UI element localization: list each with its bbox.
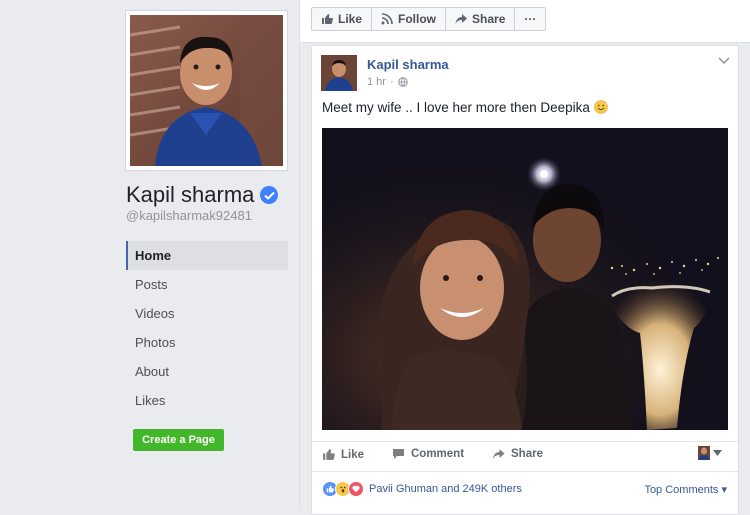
- nav-item-likes[interactable]: Likes: [126, 386, 288, 415]
- follow-page-label: Follow: [398, 12, 437, 26]
- page-username: @kapilsharmak92481: [126, 208, 252, 223]
- thumbs-up-icon: [322, 14, 333, 24]
- post-comment-button[interactable]: Comment: [392, 448, 464, 460]
- page-title: Kapil sharma: [126, 182, 279, 208]
- post-share-button[interactable]: Share: [492, 448, 543, 460]
- create-page-button[interactable]: Create a Page: [133, 429, 224, 451]
- page-nav: Home Posts Videos Photos About Likes: [126, 241, 288, 415]
- nav-item-videos[interactable]: Videos: [126, 299, 288, 328]
- post-author-name[interactable]: Kapil sharma: [367, 57, 449, 72]
- post-photo[interactable]: [322, 128, 728, 430]
- post-share-label: Share: [511, 448, 543, 460]
- post-timestamp[interactable]: 1 hr: [367, 76, 386, 88]
- share-arrow-icon: [493, 449, 505, 459]
- post-card: Kapil sharma 1 hr · Meet my wife .. I lo…: [311, 45, 739, 515]
- post-author-avatar[interactable]: [321, 55, 357, 91]
- nav-item-home[interactable]: Home: [126, 241, 288, 270]
- page-name-text: Kapil sharma: [126, 182, 255, 207]
- post-meta: 1 hr ·: [367, 76, 408, 88]
- smiley-emoji-icon: [593, 100, 608, 114]
- nav-item-about[interactable]: About: [126, 357, 288, 386]
- share-arrow-icon: [455, 14, 468, 24]
- post-comment-label: Comment: [411, 448, 465, 460]
- more-options-button[interactable]: ···: [514, 7, 547, 31]
- globe-icon: [397, 77, 408, 87]
- post-like-button[interactable]: Like: [322, 448, 364, 461]
- page-main: Like Follow Share ··· Kapil sharma 1 hr …: [299, 0, 750, 515]
- page-action-bar: Like Follow Share ···: [300, 0, 750, 43]
- nav-item-photos[interactable]: Photos: [126, 328, 288, 357]
- post-options-chevron-icon[interactable]: [718, 56, 730, 68]
- post-message: Meet my wife .. I love her more then Dee…: [322, 100, 590, 115]
- comment-bubble-icon: [393, 449, 404, 459]
- post-photo-image: [322, 128, 728, 430]
- more-options-label: ···: [524, 12, 537, 26]
- caret-down-icon: [713, 450, 722, 456]
- author-avatar-image: [321, 55, 357, 91]
- follow-page-button[interactable]: Follow: [371, 7, 447, 31]
- profile-photo-image: [130, 15, 283, 166]
- page-avatar-small-icon: [698, 446, 710, 460]
- love-reaction-icon: [348, 481, 364, 497]
- reaction-icons[interactable]: [322, 481, 364, 497]
- reactions-count-text[interactable]: Pavii Ghuman and 249K others: [369, 483, 522, 495]
- reactions-summary: Pavii Ghuman and 249K others Top Comment…: [312, 471, 738, 502]
- top-comments-dropdown[interactable]: Top Comments ▾: [644, 483, 727, 496]
- thumbs-up-icon: [323, 449, 335, 460]
- post-like-label: Like: [341, 448, 365, 461]
- post-action-bar: Like Comment Share: [312, 441, 738, 468]
- rss-icon: [381, 13, 393, 25]
- share-page-button[interactable]: Share: [445, 7, 516, 31]
- page-sidebar: Kapil sharma @kapilsharmak92481 Home Pos…: [0, 0, 299, 507]
- post-text: Meet my wife .. I love her more then Dee…: [322, 100, 608, 115]
- profile-picture[interactable]: [125, 10, 288, 171]
- like-page-label: Like: [338, 12, 363, 26]
- react-as-selector[interactable]: [698, 446, 722, 460]
- share-page-label: Share: [472, 12, 506, 26]
- like-page-button[interactable]: Like: [311, 7, 373, 31]
- verified-badge-icon: [260, 186, 279, 204]
- nav-item-posts[interactable]: Posts: [126, 270, 288, 299]
